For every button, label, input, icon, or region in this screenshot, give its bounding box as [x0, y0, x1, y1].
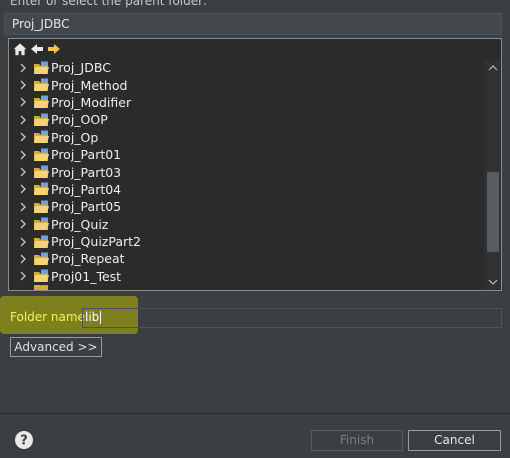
- tree-scrollbar[interactable]: [484, 59, 501, 290]
- chevron-right-icon[interactable]: [17, 201, 29, 213]
- chevron-up-icon[interactable]: [484, 61, 501, 75]
- help-icon[interactable]: ?: [14, 430, 34, 450]
- cancel-button[interactable]: Cancel: [408, 430, 501, 451]
- folder-name-value: lib: [85, 310, 100, 324]
- project-folder-icon: [33, 95, 50, 109]
- chevron-right-icon[interactable]: [17, 218, 29, 230]
- tree-item-label: Proj_Method: [51, 77, 128, 93]
- tree-item[interactable]: Proj_Op: [9, 129, 483, 146]
- tree-item-label: Proj_Repeat: [51, 251, 125, 267]
- tree-toolbar: [13, 41, 61, 57]
- tree-item-label: Proj_Quiz: [51, 216, 109, 232]
- tree-item-label: Proj_JDBC: [51, 60, 111, 76]
- tree-item[interactable]: Proj_OOP: [9, 111, 483, 128]
- chevron-right-icon[interactable]: [17, 114, 29, 126]
- project-folder-icon: [33, 130, 50, 144]
- forward-arrow-icon[interactable]: [47, 42, 61, 56]
- project-folder-icon: [33, 252, 50, 266]
- finish-button[interactable]: Finish: [311, 430, 403, 451]
- tree-item-label: Proj_Part03: [51, 164, 122, 180]
- project-tree[interactable]: Proj_JDBC Proj_Method Proj_Modifier Proj…: [8, 38, 502, 291]
- folder-name-row: Folder name: lib: [0, 308, 502, 328]
- chevron-down-icon[interactable]: [484, 275, 501, 289]
- tree-item-partial: [9, 285, 483, 290]
- tree-item-label: Proj01_Test: [51, 268, 122, 284]
- chevron-right-icon[interactable]: [17, 166, 29, 178]
- home-icon[interactable]: [13, 42, 27, 56]
- project-folder-icon: [33, 269, 50, 283]
- project-folder-icon: [33, 200, 50, 214]
- text-caret: [100, 311, 101, 324]
- parent-folder-prompt: Enter or select the parent folder:: [10, 0, 207, 8]
- project-folder-icon: [33, 78, 50, 92]
- tree-item[interactable]: Proj_QuizPart2: [9, 233, 483, 250]
- tree-item[interactable]: Proj_Part05: [9, 198, 483, 215]
- tree-item[interactable]: Proj_Part03: [9, 163, 483, 180]
- dialog-footer: ? Finish Cancel: [0, 414, 510, 458]
- chevron-right-icon[interactable]: [17, 131, 29, 143]
- project-folder-icon: [33, 165, 50, 179]
- chevron-right-icon[interactable]: [17, 270, 29, 282]
- chevron-right-icon[interactable]: [17, 62, 29, 74]
- tree-item[interactable]: Proj_Method: [9, 76, 483, 93]
- tree-list: Proj_JDBC Proj_Method Proj_Modifier Proj…: [9, 59, 483, 290]
- project-folder-icon: [33, 285, 50, 290]
- parent-folder-field[interactable]: Proj_JDBC: [4, 13, 502, 35]
- project-folder-icon: [33, 148, 50, 162]
- tree-item-label: Proj_Part04: [51, 181, 122, 197]
- tree-item[interactable]: Proj_Quiz: [9, 216, 483, 233]
- chevron-right-icon[interactable]: [17, 236, 29, 248]
- chevron-right-icon[interactable]: [17, 253, 29, 265]
- advanced-button[interactable]: Advanced >>: [10, 337, 102, 357]
- chevron-right-icon[interactable]: [17, 149, 29, 161]
- project-folder-icon: [33, 182, 50, 196]
- tree-item[interactable]: Proj_Part04: [9, 181, 483, 198]
- tree-item-label: Proj_Op: [51, 129, 99, 145]
- tree-item-label: Proj_Part01: [51, 147, 122, 163]
- tree-item[interactable]: Proj_JDBC: [9, 59, 483, 76]
- chevron-right-icon[interactable]: [17, 96, 29, 108]
- project-folder-icon: [33, 113, 50, 127]
- tree-item-label: Proj_QuizPart2: [51, 234, 141, 250]
- tree-item-label: Proj_Modifier: [51, 94, 132, 110]
- chevron-right-icon[interactable]: [17, 183, 29, 195]
- tree-item-label: Proj_OOP: [51, 112, 108, 128]
- back-arrow-icon[interactable]: [30, 42, 44, 56]
- tree-item[interactable]: Proj01_Test: [9, 268, 483, 285]
- svg-text:?: ?: [20, 434, 28, 449]
- scrollbar-thumb[interactable]: [487, 172, 499, 252]
- project-folder-icon: [33, 235, 50, 249]
- project-folder-icon: [33, 61, 50, 75]
- tree-item-label: Proj_Part05: [51, 199, 122, 215]
- folder-name-input[interactable]: [82, 308, 502, 328]
- tree-item[interactable]: Proj_Modifier: [9, 94, 483, 111]
- chevron-right-icon[interactable]: [17, 79, 29, 91]
- folder-name-label: Folder name:: [10, 310, 89, 324]
- project-folder-icon: [33, 217, 50, 231]
- chevron-right-icon: [17, 285, 29, 290]
- tree-item[interactable]: Proj_Repeat: [9, 250, 483, 267]
- tree-item[interactable]: Proj_Part01: [9, 146, 483, 163]
